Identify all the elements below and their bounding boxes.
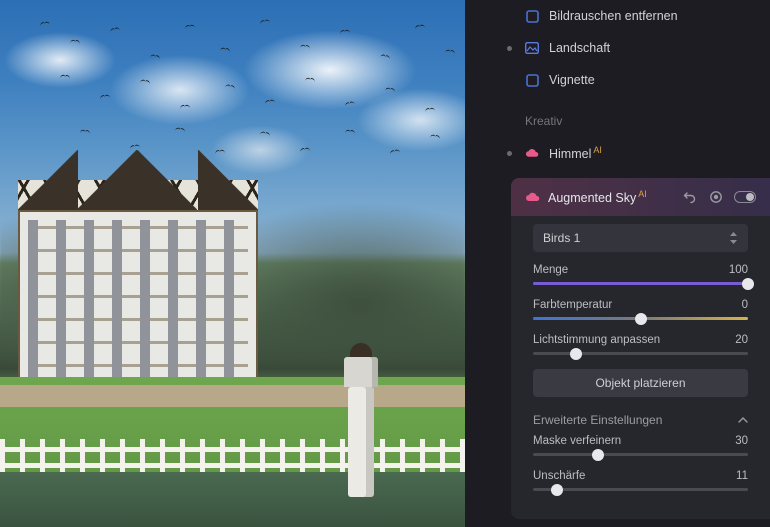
image-canvas[interactable] [0, 0, 465, 527]
slider-track[interactable] [533, 282, 748, 285]
tool-label: HimmelAI [549, 145, 602, 161]
tool-label: Landschaft [549, 41, 610, 55]
active-dot-icon [507, 46, 512, 51]
cloud-icon [525, 146, 539, 160]
advanced-settings-header[interactable]: Erweiterte Einstellungen [511, 397, 770, 435]
slider-thumb[interactable] [635, 313, 647, 325]
lighthouse [342, 342, 380, 497]
place-object-button[interactable]: Objekt platzieren [533, 369, 748, 397]
cloud-icon [525, 192, 540, 202]
advanced-title: Erweiterte Einstellungen [533, 413, 662, 427]
slider-thumb[interactable] [592, 449, 604, 461]
slider-label: Maske verfeinern [533, 435, 621, 447]
slider-track[interactable] [533, 453, 748, 456]
slider-blur[interactable]: Unschärfe 11 [533, 470, 748, 491]
slider-relight[interactable]: Lichtstimmung anpassen 20 [533, 334, 748, 355]
image-icon [525, 41, 539, 55]
active-dot-icon [507, 151, 512, 156]
tool-noise-removal[interactable]: Bildrauschen entfernen [465, 0, 770, 32]
slider-track[interactable] [533, 352, 748, 355]
slider-thumb[interactable] [742, 278, 754, 290]
slider-value: 100 [729, 264, 748, 276]
slider-amount[interactable]: Menge 100 [533, 264, 748, 285]
augmented-sky-panel: Augmented SkyAI Birds 1 [511, 178, 770, 519]
undo-icon[interactable] [682, 189, 698, 205]
panel-title: Augmented SkyAI [548, 189, 647, 205]
square-icon [525, 9, 539, 23]
slider-track[interactable] [533, 317, 748, 320]
tool-sky[interactable]: HimmelAI [465, 136, 770, 170]
slider-refine-mask[interactable]: Maske verfeinern 30 [533, 435, 748, 456]
slider-label: Lichtstimmung anpassen [533, 334, 660, 346]
edit-sidebar: Bildrauschen entfernen Landschaft Vignet… [465, 0, 770, 527]
tool-label: Bildrauschen entfernen [549, 9, 678, 23]
slider-track[interactable] [533, 488, 748, 491]
tool-landscape[interactable]: Landschaft [465, 32, 770, 64]
panel-header[interactable]: Augmented SkyAI [511, 178, 770, 216]
slider-color-temp[interactable]: Farbtemperatur 0 [533, 299, 748, 320]
tool-label: Vignette [549, 73, 595, 87]
slider-label: Unschärfe [533, 470, 585, 482]
section-creative-header: Kreativ [465, 96, 770, 136]
slider-value: 11 [736, 470, 748, 482]
slider-label: Menge [533, 264, 568, 276]
updown-icon [729, 232, 738, 244]
visibility-toggle[interactable] [734, 191, 756, 203]
slider-thumb[interactable] [551, 484, 563, 496]
slider-value: 30 [735, 435, 748, 447]
preset-name: Birds 1 [543, 231, 580, 245]
slider-thumb[interactable] [570, 348, 582, 360]
preset-selector[interactable]: Birds 1 [533, 224, 748, 252]
slider-value: 20 [735, 334, 748, 346]
path [0, 385, 465, 407]
square-icon [525, 73, 539, 87]
slider-value: 0 [742, 299, 748, 311]
tool-vignette[interactable]: Vignette [465, 64, 770, 96]
slider-label: Farbtemperatur [533, 299, 612, 311]
pond [0, 472, 465, 527]
chevron-up-icon [738, 417, 748, 423]
mask-icon[interactable] [708, 189, 724, 205]
